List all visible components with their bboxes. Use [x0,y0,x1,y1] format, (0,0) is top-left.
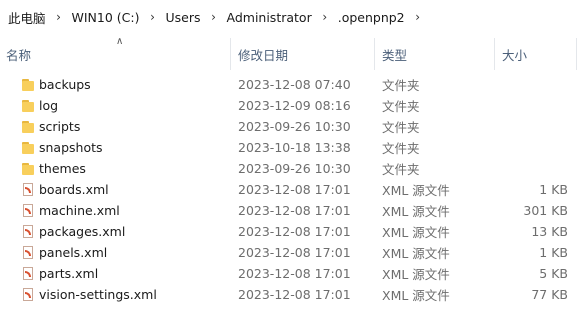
file-size: 13 KB [531,224,568,239]
file-list: backups 2023-12-08 07:40 文件夹 log 2023-12… [0,74,585,305]
list-item-file[interactable]: panels.xml 2023-12-08 17:01 XML 源文件 1 KB [0,242,585,263]
folder-icon [20,77,36,93]
file-date: 2023-12-08 17:01 [238,266,351,281]
file-size [480,95,568,116]
vertical-scrollbar[interactable] [581,38,585,313]
breadcrumb-item-openpnp2[interactable]: .openpnp2 [336,10,407,25]
column-divider[interactable] [494,38,495,70]
file-size: 1 KB [539,182,568,197]
file-date: 2023-12-08 17:01 [238,203,351,218]
breadcrumb-item-users[interactable]: Users [163,10,202,25]
file-name: backups [39,77,91,92]
file-type: XML 源文件 [382,225,450,240]
file-size [480,74,568,95]
file-type: 文件夹 [382,141,420,156]
file-type: 文件夹 [382,120,420,135]
file-type: XML 源文件 [382,183,450,198]
folder-icon [20,119,36,135]
list-item-file[interactable]: machine.xml 2023-12-08 17:01 XML 源文件 301… [0,200,585,221]
file-name: parts.xml [39,266,99,281]
column-header-row: ∧ 名称 修改日期 类型 大小 [0,36,585,70]
file-date: 2023-12-08 17:01 [238,245,351,260]
file-date: 2023-12-08 17:01 [238,287,351,302]
list-item-folder[interactable]: themes 2023-09-26 10:30 文件夹 [0,158,585,179]
breadcrumb-item-drive-c[interactable]: WIN10 (C:) [70,10,142,25]
file-type: 文件夹 [382,99,420,114]
file-date: 2023-09-26 10:30 [238,119,351,134]
file-type: XML 源文件 [382,288,450,303]
file-date: 2023-10-18 13:38 [238,140,351,155]
list-item-file[interactable]: parts.xml 2023-12-08 17:01 XML 源文件 5 KB [0,263,585,284]
xml-file-icon [20,203,36,219]
list-item-file[interactable]: vision-settings.xml 2023-12-08 17:01 XML… [0,284,585,305]
file-name: log [39,98,59,113]
list-item-folder[interactable]: scripts 2023-09-26 10:30 文件夹 [0,116,585,137]
file-size [480,158,568,179]
chevron-right-icon[interactable]: › [52,10,66,24]
file-date: 2023-12-08 07:40 [238,77,351,92]
chevron-right-icon[interactable]: › [207,10,221,24]
file-date: 2023-09-26 10:30 [238,161,351,176]
column-header-name[interactable]: 名称 [0,38,230,70]
list-item-folder[interactable]: log 2023-12-09 08:16 文件夹 [0,95,585,116]
list-item-folder[interactable]: backups 2023-12-08 07:40 文件夹 [0,74,585,95]
file-size [480,116,568,137]
file-name: machine.xml [39,203,120,218]
list-item-file[interactable]: boards.xml 2023-12-08 17:01 XML 源文件 1 KB [0,179,585,200]
list-item-file[interactable]: packages.xml 2023-12-08 17:01 XML 源文件 13… [0,221,585,242]
file-date: 2023-12-08 17:01 [238,224,351,239]
file-type: XML 源文件 [382,246,450,261]
file-date: 2023-12-09 08:16 [238,98,351,113]
column-divider[interactable] [230,38,231,70]
file-type: 文件夹 [382,162,420,177]
folder-icon [20,140,36,156]
file-name: themes [39,161,86,176]
file-name: boards.xml [39,182,109,197]
file-name: packages.xml [39,224,126,239]
file-type: XML 源文件 [382,204,450,219]
file-size: 301 KB [523,203,568,218]
column-divider[interactable] [374,38,375,70]
xml-file-icon [20,266,36,282]
list-item-folder[interactable]: snapshots 2023-10-18 13:38 文件夹 [0,137,585,158]
file-name: scripts [39,119,81,134]
file-size: 77 KB [531,287,568,302]
folder-icon [20,161,36,177]
file-type: 文件夹 [382,78,420,93]
folder-icon [20,98,36,114]
breadcrumb: 此电脑 › WIN10 (C:) › Users › Administrator… [0,0,585,34]
xml-file-icon [20,224,36,240]
breadcrumb-item-administrator[interactable]: Administrator [225,10,314,25]
chevron-right-icon[interactable]: › [318,10,332,24]
file-size: 5 KB [539,266,568,281]
column-divider[interactable] [576,38,577,70]
file-size [480,137,568,158]
breadcrumb-item-this-pc[interactable]: 此电脑 [6,8,48,27]
xml-file-icon [20,182,36,198]
column-header-type[interactable]: 类型 [376,38,494,70]
chevron-right-icon[interactable]: › [411,10,425,24]
file-size: 1 KB [539,245,568,260]
file-name: vision-settings.xml [39,287,157,302]
column-header-size[interactable]: 大小 [496,38,576,70]
xml-file-icon [20,287,36,303]
file-date: 2023-12-08 17:01 [238,182,351,197]
file-type: XML 源文件 [382,267,450,282]
xml-file-icon [20,245,36,261]
file-name: panels.xml [39,245,108,260]
column-header-date[interactable]: 修改日期 [232,38,374,70]
file-name: snapshots [39,140,103,155]
chevron-right-icon[interactable]: › [145,10,159,24]
